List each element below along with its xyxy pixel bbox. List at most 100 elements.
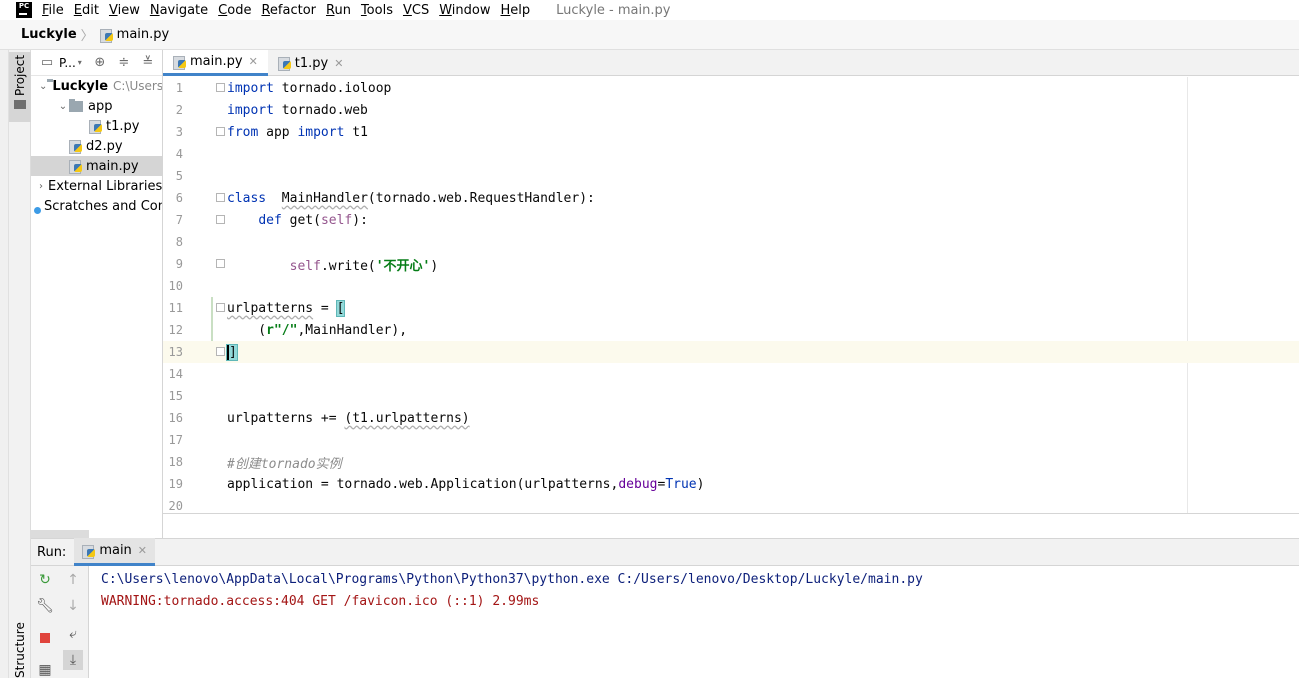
tree-item[interactable]: Scratches and Consoles — [31, 196, 162, 216]
tree-item-path: C:\Users\lenovo\Desktop\Luckyle — [113, 79, 163, 93]
horizontal-scrollbar[interactable] — [31, 530, 89, 538]
rerun-icon[interactable]: ↻ — [37, 572, 53, 588]
code-line[interactable]: 11 urlpatterns = [ — [163, 297, 1299, 319]
fold-marker-icon[interactable] — [216, 83, 225, 92]
layout-icon[interactable]: ▦ — [37, 662, 53, 678]
line-number: 11 — [168, 301, 183, 315]
fold-marker-icon[interactable] — [216, 347, 225, 356]
project-tool-tab-label[interactable]: Project — [13, 55, 27, 96]
code-line[interactable]: 4 — [163, 143, 1299, 165]
code-line[interactable]: 1 import tornado.ioloop — [163, 77, 1299, 99]
menu-item[interactable]: VCS — [403, 3, 429, 18]
stop-icon[interactable] — [37, 630, 53, 646]
collapse-all-icon[interactable]: ≚ — [140, 55, 156, 71]
run-tab-main[interactable]: main ✕ — [74, 538, 156, 566]
menu-item[interactable]: File — [42, 3, 64, 18]
settings-wrench-icon[interactable]: 🔧︎ — [36, 598, 54, 614]
fold-marker-icon[interactable] — [216, 215, 225, 224]
line-number: 5 — [175, 169, 183, 183]
chevron-down-icon[interactable]: ⌄ — [39, 81, 47, 92]
menu-item[interactable]: View — [109, 3, 140, 18]
chevron-right-icon[interactable]: › — [39, 181, 43, 192]
line-number: 1 — [175, 81, 183, 95]
code-line[interactable]: 10 — [163, 275, 1299, 297]
tree-item[interactable]: › External Libraries — [31, 176, 162, 196]
code-line[interactable]: 3 from app import t1 — [163, 121, 1299, 143]
tree-item[interactable]: ⌄ app — [31, 96, 162, 116]
fold-marker-icon[interactable] — [216, 193, 225, 202]
code-line[interactable]: 5 — [163, 165, 1299, 187]
code-line[interactable]: 16 urlpatterns += (t1.urlpatterns) — [163, 407, 1299, 429]
code-token: (t1.urlpatterns) — [344, 410, 470, 426]
code-token: ] — [226, 343, 238, 361]
soft-wrap-icon[interactable]: ⤶ — [65, 626, 81, 642]
menu-item[interactable]: Run — [326, 3, 351, 18]
code-line[interactable]: 13] — [163, 341, 1299, 363]
locate-target-icon[interactable]: ⊕ — [92, 55, 108, 71]
menu-item[interactable]: Refactor — [261, 3, 316, 18]
code-line[interactable]: 18 #创建tornado实例 — [163, 451, 1299, 473]
tree-item[interactable]: main.py — [31, 156, 162, 176]
code-token: urlpatterns — [227, 300, 314, 316]
window-title: Luckyle - main.py — [556, 2, 671, 18]
menu-item[interactable]: Edit — [74, 3, 99, 18]
breadcrumb-file[interactable]: main.py — [117, 27, 170, 42]
code-line[interactable]: 12 (r"/",MainHandler), — [163, 319, 1299, 341]
code-token: self — [320, 212, 353, 228]
fold-marker-icon[interactable] — [216, 259, 225, 268]
run-console[interactable]: C:\Users\lenovo\AppData\Local\Programs\P… — [89, 566, 1299, 678]
code-line[interactable]: 15 — [163, 385, 1299, 407]
code-line[interactable]: 9 self.write('不开心') — [163, 253, 1299, 275]
code-text: urlpatterns = [ — [227, 299, 346, 317]
code-line[interactable]: 8 — [163, 231, 1299, 253]
chevron-down-icon[interactable]: ⌄ — [57, 101, 69, 112]
code-line[interactable]: 17 — [163, 429, 1299, 451]
tree-item[interactable]: t1.py — [31, 116, 162, 136]
code-line[interactable]: 20 — [163, 495, 1299, 513]
menu-item[interactable]: Window — [439, 3, 490, 18]
code-text: application = tornado.web.Application(ur… — [227, 477, 704, 492]
menu-label: avigate — [159, 2, 209, 18]
code-token: urlpatterns += — [227, 410, 345, 426]
code-editor[interactable]: 1 import tornado.ioloop 2 import tornado.we… — [163, 77, 1299, 514]
close-icon[interactable]: ✕ — [249, 55, 258, 68]
tree-item[interactable]: ⌄ Luckyle C:\Users\lenovo\Desktop\Luckyle — [31, 76, 162, 96]
menu-item[interactable]: Tools — [361, 3, 393, 18]
python-file-icon — [99, 28, 114, 43]
code-line[interactable]: 7 def get(self): — [163, 209, 1299, 231]
tree-item-label: Luckyle — [52, 78, 109, 94]
code-line[interactable]: 19 application = tornado.web.Application(… — [163, 473, 1299, 495]
menu-bar: PC File Edit View Navigate Code Refactor Run To… — [0, 0, 1299, 20]
project-panel: ▭ P... ▾ ⊕ ≑ ≚ ⌄ Luckyle C:\Users\lenovo\D… — [31, 50, 163, 538]
code-line[interactable]: 6 class MainHandler(tornado.web.RequestHa… — [163, 187, 1299, 209]
code-token: def — [258, 212, 282, 228]
menu-item[interactable]: Help — [501, 3, 531, 18]
close-icon[interactable]: ✕ — [138, 544, 147, 557]
breadcrumb-project[interactable]: Luckyle — [21, 27, 77, 42]
scroll-down-icon[interactable]: ↓ — [65, 598, 81, 614]
code-token: self — [289, 258, 321, 274]
fold-marker-icon[interactable] — [216, 127, 225, 136]
tree-item-label: app — [88, 98, 113, 114]
tree-item-label: Scratches and Consoles — [44, 198, 162, 214]
project-view-selector[interactable]: P... — [59, 56, 76, 70]
line-number: 17 — [168, 433, 183, 447]
scroll-to-end-icon[interactable]: ⤓ — [63, 650, 83, 670]
fold-marker-icon[interactable] — [216, 303, 225, 312]
python-file-icon — [277, 56, 292, 71]
dropdown-icon[interactable]: ▾ — [76, 55, 84, 71]
menu-mnemonic: H — [500, 2, 511, 18]
expand-all-icon[interactable]: ≑ — [116, 55, 132, 71]
tree-item[interactable]: d2.py — [31, 136, 162, 156]
code-token: True — [665, 476, 697, 492]
structure-tool-tab-label[interactable]: Structure — [13, 622, 27, 678]
editor-tab[interactable]: t1.py ✕ — [268, 50, 354, 76]
code-line[interactable]: 14 — [163, 363, 1299, 385]
code-line[interactable]: 2 import tornado.web — [163, 99, 1299, 121]
editor-tab[interactable]: main.py ✕ — [163, 50, 268, 76]
project-view-icon[interactable]: ▭ — [39, 55, 55, 71]
close-icon[interactable]: ✕ — [334, 57, 343, 70]
scroll-up-icon[interactable]: ↑ — [65, 572, 81, 588]
menu-item[interactable]: Code — [218, 3, 251, 18]
menu-item[interactable]: Navigate — [150, 3, 208, 18]
